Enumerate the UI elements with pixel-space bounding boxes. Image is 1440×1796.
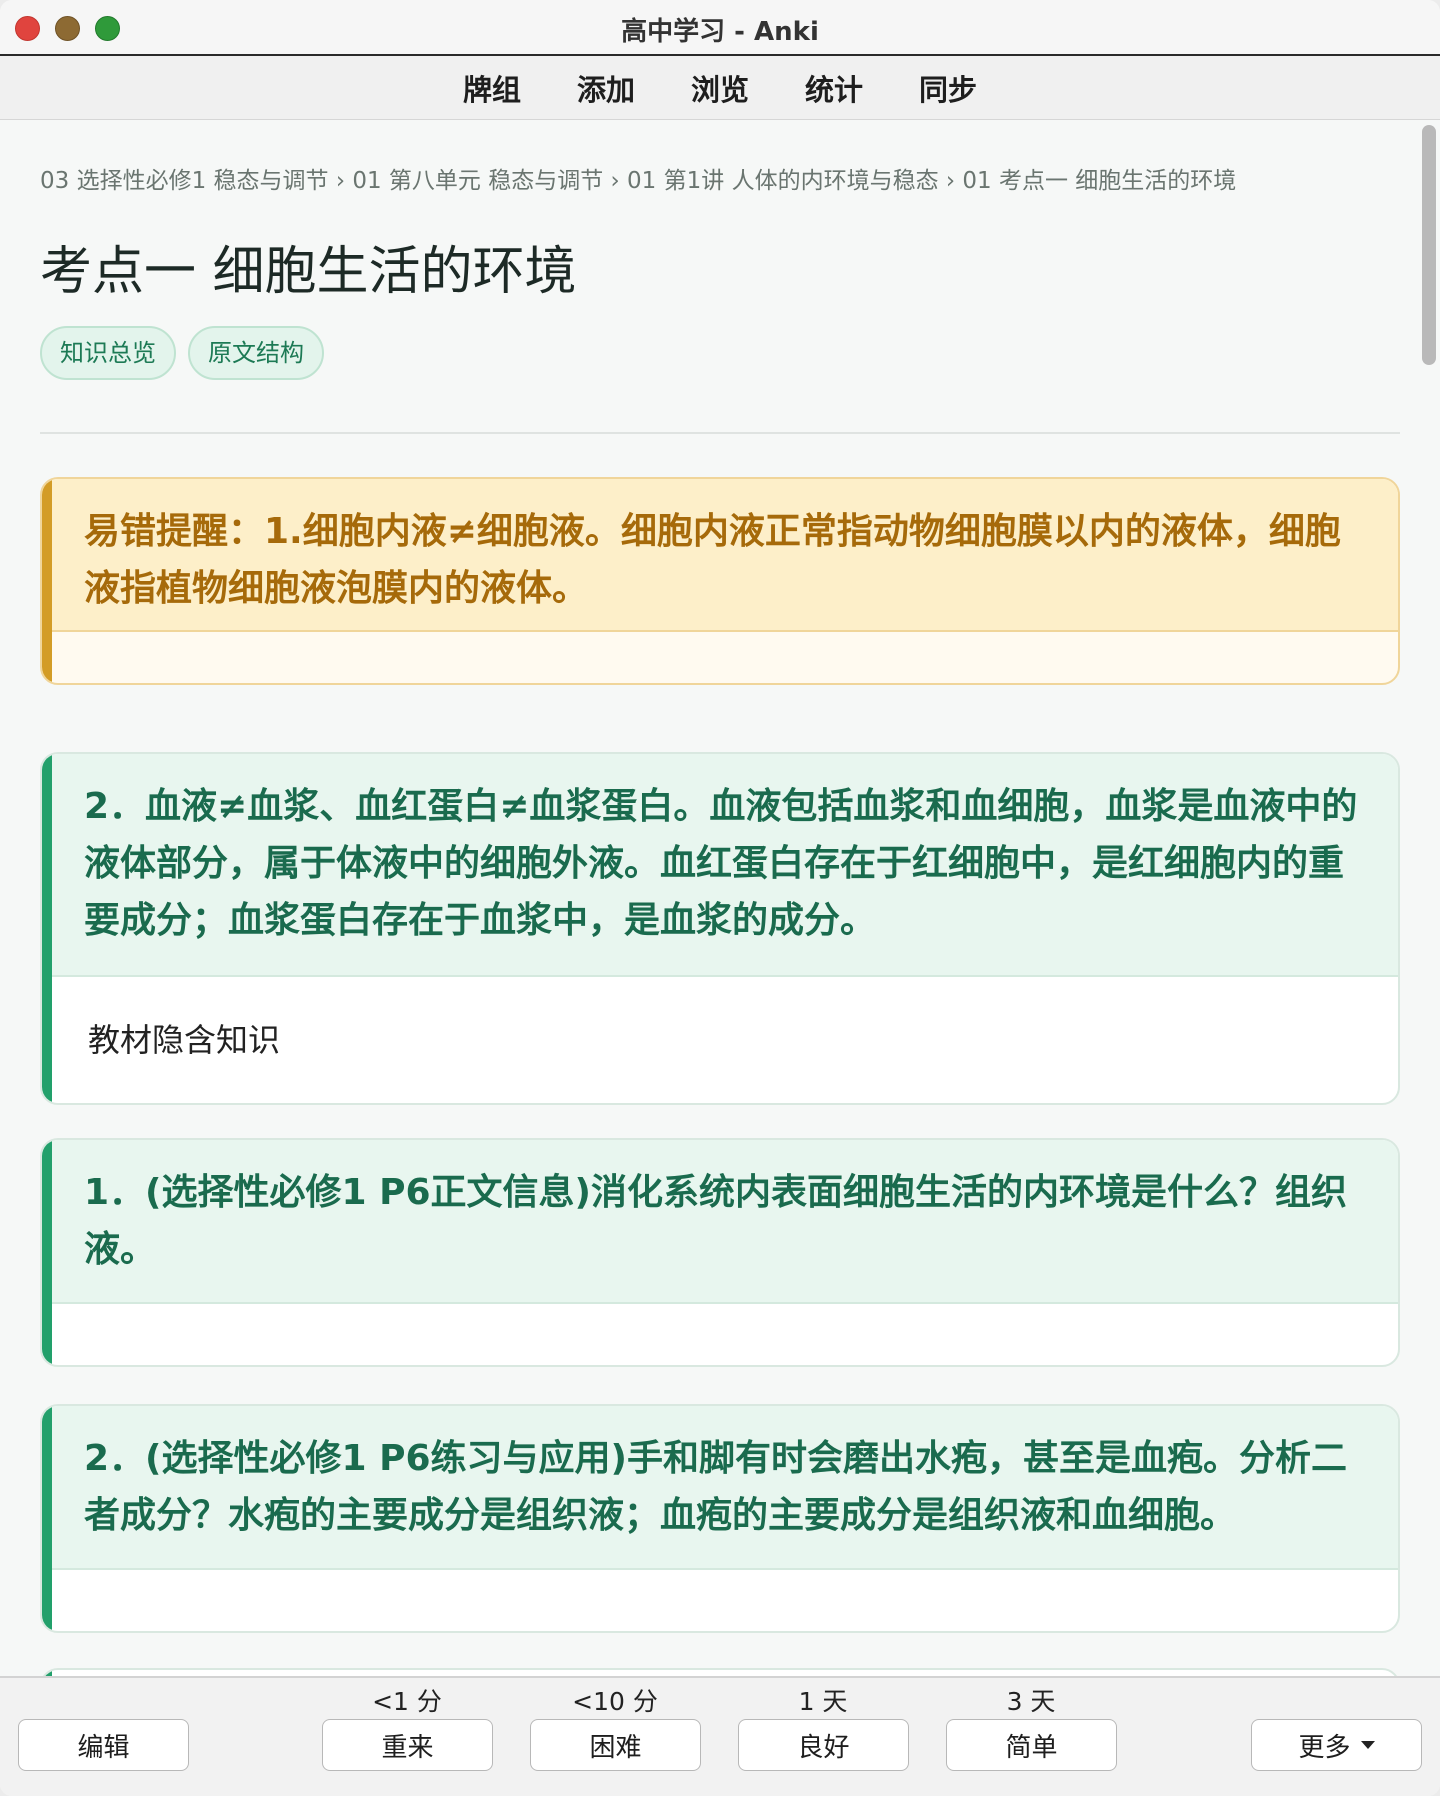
toolbar-add[interactable]: 添加 [577, 67, 635, 109]
title-bar: 高中学习 - Anki [0, 0, 1440, 56]
card-accent-bar [42, 1406, 52, 1631]
card-body: 教材隐含知识 [88, 1021, 281, 1059]
vertical-scrollbar[interactable] [1422, 125, 1436, 365]
card-heading: 易错提醒：1.细胞内液≠细胞液。细胞内液正常指动物细胞膜以内的液体，细胞液指植物… [42, 479, 1398, 632]
knowledge-card-partial [40, 1668, 1400, 1676]
easy-button[interactable]: 简单 [946, 1719, 1117, 1771]
knowledge-card: 2．(选择性必修1 P6练习与应用)手和脚有时会磨出水疱，甚至是血疱。分析二者成… [40, 1404, 1400, 1633]
card-heading: 2．血液≠血浆、血红蛋白≠血浆蛋白。血液包括血浆和血细胞，血浆是血液中的液体部分… [42, 754, 1398, 977]
card-accent-bar [42, 479, 52, 683]
warning-card: 易错提醒：1.细胞内液≠细胞液。细胞内液正常指动物细胞膜以内的液体，细胞液指植物… [40, 477, 1400, 685]
card-heading: 2．(选择性必修1 P6练习与应用)手和脚有时会磨出水疱，甚至是血疱。分析二者成… [42, 1406, 1398, 1570]
review-bottom-bar: 编辑 <1 分 重来 <10 分 困难 1 天 良好 3 天 简单 更多 [0, 1676, 1440, 1796]
page-title: 考点一 细胞生活的环境 [40, 242, 577, 302]
tag-list: 知识总览 原文结构 [40, 326, 324, 380]
window-title: 高中学习 - Anki [621, 17, 819, 47]
divider [40, 432, 1400, 434]
caret-down-icon [1360, 1741, 1375, 1749]
easy-interval: 3 天 [1006, 1687, 1056, 1716]
hard-interval: <10 分 [572, 1687, 658, 1716]
again-button[interactable]: 重来 [322, 1719, 493, 1771]
knowledge-card: 1．(选择性必修1 P6正文信息)消化系统内表面细胞生活的内环境是什么？组织液。 [40, 1138, 1400, 1367]
more-button[interactable]: 更多 [1251, 1719, 1422, 1771]
toolbar-stats[interactable]: 统计 [805, 67, 863, 109]
card-accent-bar [42, 1140, 52, 1365]
tag-original-structure[interactable]: 原文结构 [188, 326, 324, 380]
toolbar-browse[interactable]: 浏览 [691, 67, 749, 109]
toolbar-sync[interactable]: 同步 [919, 67, 977, 109]
card-accent-bar [42, 754, 52, 1103]
toolbar-decks[interactable]: 牌组 [463, 67, 521, 109]
hard-button[interactable]: 困难 [530, 1719, 701, 1771]
good-button[interactable]: 良好 [738, 1719, 909, 1771]
good-interval: 1 天 [798, 1687, 848, 1716]
breadcrumb: 03 选择性必修1 稳态与调节 › 01 第八单元 稳态与调节 › 01 第1讲… [40, 168, 1237, 194]
anki-window: 高中学习 - Anki 牌组 添加 浏览 统计 同步 03 选择性必修1 稳态与… [0, 0, 1440, 1796]
again-interval: <1 分 [372, 1687, 442, 1716]
main-toolbar: 牌组 添加 浏览 统计 同步 [0, 56, 1440, 120]
knowledge-card: 2．血液≠血浆、血红蛋白≠血浆蛋白。血液包括血浆和血细胞，血浆是血液中的液体部分… [40, 752, 1400, 1105]
card-content-area: 03 选择性必修1 稳态与调节 › 01 第八单元 稳态与调节 › 01 第1讲… [0, 121, 1440, 1676]
more-button-label: 更多 [1298, 1732, 1351, 1763]
edit-button[interactable]: 编辑 [18, 1719, 189, 1771]
card-heading: 1．(选择性必修1 P6正文信息)消化系统内表面细胞生活的内环境是什么？组织液。 [42, 1140, 1398, 1304]
tag-knowledge-overview[interactable]: 知识总览 [40, 326, 176, 380]
